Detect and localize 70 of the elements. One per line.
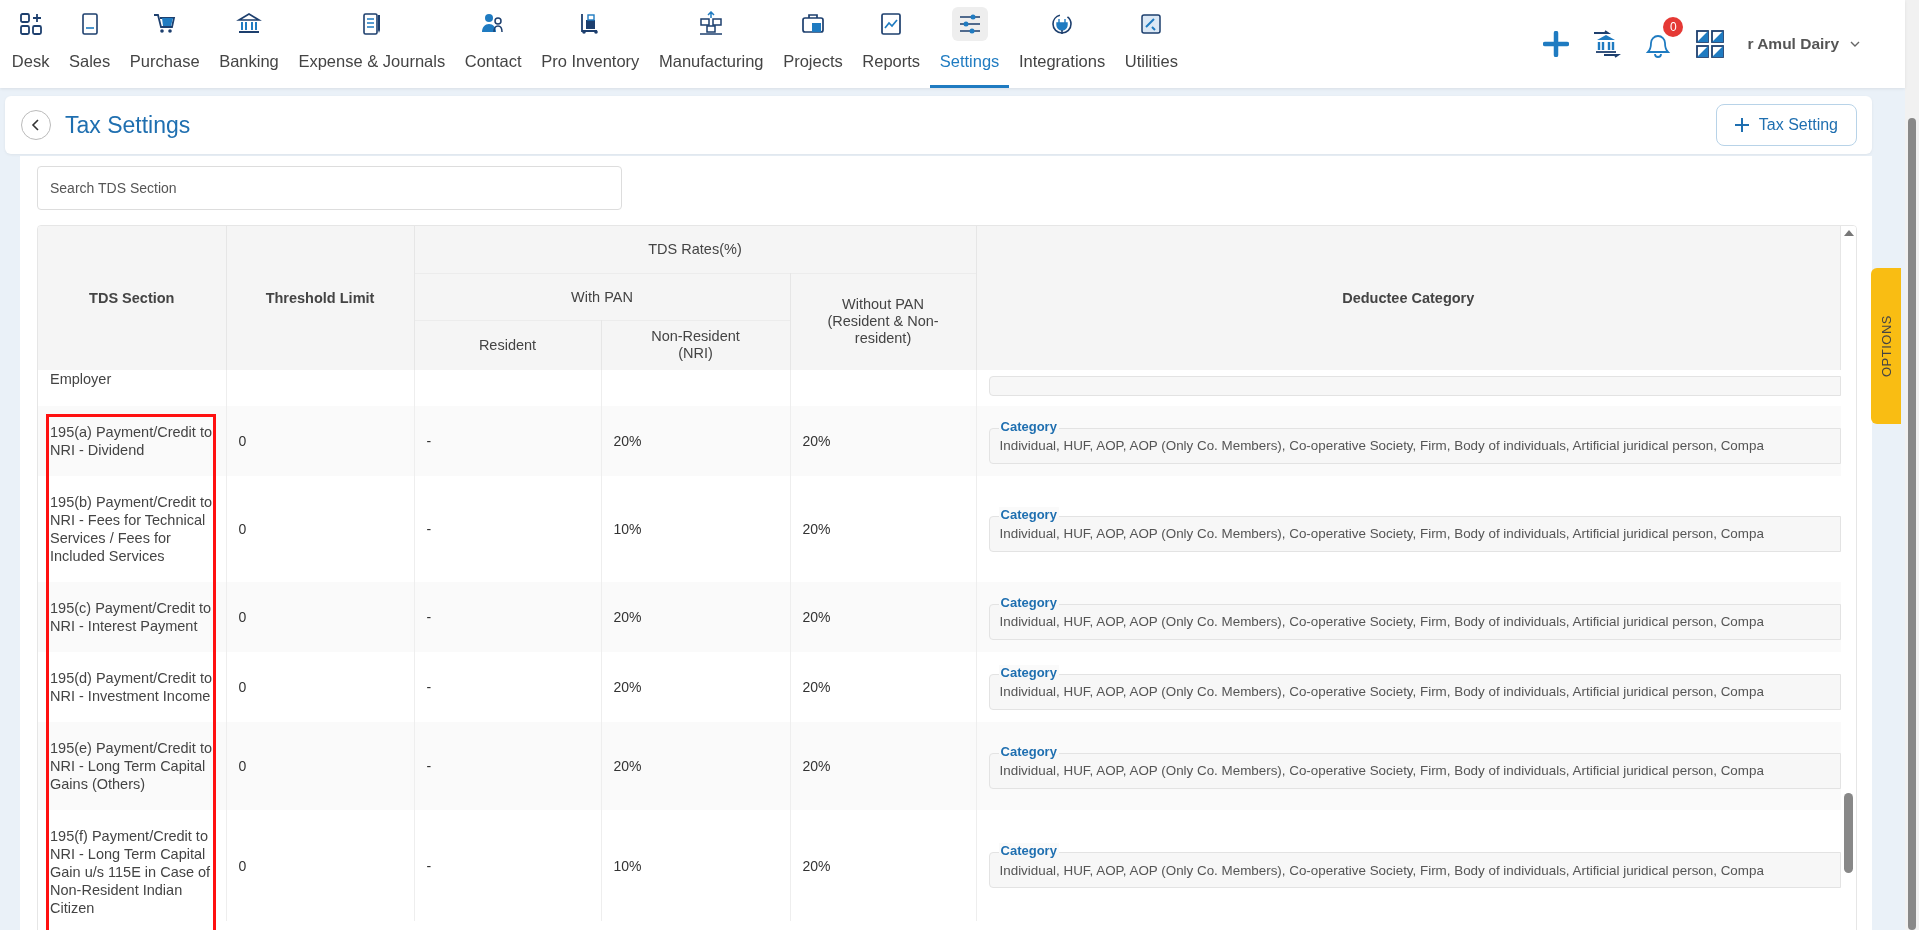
table-cell: - (426, 609, 432, 625)
table-cell: Employer (50, 371, 112, 387)
nav-tab[interactable]: Expense & Journals (288, 0, 455, 88)
table-cell: 10% (613, 857, 642, 874)
table-cell: 195(d) Payment/Credit to NRI - Investment Income (50, 670, 212, 704)
table-cell: 0 (238, 609, 247, 625)
table-cell: - (426, 758, 432, 774)
nav-tab[interactable]: Pro Inventory (531, 0, 650, 88)
column-header: TDS Section (38, 226, 226, 370)
table-cell: 20% (802, 521, 831, 537)
nav-tab[interactable]: Sales (59, 0, 121, 88)
table-cell: - (426, 433, 432, 449)
table-cell: 0 (238, 433, 247, 449)
nav-tab[interactable]: Manufacturing (649, 0, 774, 88)
table-cell: 195(c) Payment/Credit to NRI - Interest Payment (50, 600, 212, 634)
back-button[interactable] (21, 110, 51, 140)
boxes-icon (698, 11, 725, 37)
nav-tab[interactable]: Projects (773, 0, 853, 88)
nav-tab[interactable]: Utilities (1114, 0, 1188, 88)
table-cell: 10% (613, 521, 642, 537)
notification-badge: 0 (1663, 17, 1684, 37)
table-cell: 0 (238, 521, 247, 537)
grid-plus-icon (17, 11, 44, 37)
bank-transfer-icon[interactable] (1591, 30, 1622, 58)
table-cell: 0 (238, 679, 247, 695)
table-cell: 20% (802, 679, 831, 695)
nav-tab[interactable]: Settings (929, 0, 1010, 88)
column-header: Resident (414, 320, 601, 370)
plus-icon (1734, 118, 1749, 132)
table-cell: - (426, 679, 432, 695)
table-cell: 20% (613, 433, 642, 449)
table-cell: 20% (802, 609, 831, 625)
table-cell: 195(b) Payment/Credit to NRI - Fees for Technical Services / Fees for Included Services (50, 494, 212, 564)
table-cell: 20% (613, 609, 642, 625)
table-cell: 0 (238, 857, 247, 874)
column-group-header: TDS Rates(%) (414, 226, 976, 273)
table-cell: 20% (613, 679, 642, 695)
table-cell: 195(e) Payment/Credit to NRI - Long Term Capital Gains (Others) (50, 740, 212, 792)
search-field[interactable]: Search TDS Section (37, 166, 622, 210)
chevron-left-icon (31, 119, 41, 131)
table-cell: 20% (802, 433, 831, 449)
scroll-up-arrow-icon[interactable] (1843, 230, 1854, 236)
table-cell: - (426, 857, 432, 874)
company-menu[interactable]: r Amul Dairy (1747, 35, 1839, 53)
column-header: Deductee Category (976, 226, 1841, 370)
column-header: Non-Resident (NRI) (601, 320, 790, 370)
table-cell: 195(f) Payment/Credit to NRI - Long Term Capital Gain u/s 115E in Case of Non-Resident Indian Citizen (50, 828, 211, 916)
nav-tab[interactable]: Reports (852, 0, 930, 88)
apps-grid-icon[interactable] (1695, 29, 1726, 59)
nav-tab[interactable]: Integrations (1009, 0, 1115, 88)
nav-tab[interactable]: Contact (454, 0, 532, 88)
add-tax-setting-button[interactable]: Tax Setting (1715, 104, 1857, 146)
chevron-down-icon[interactable] (1849, 40, 1861, 48)
nav-tab[interactable]: Desk (2, 0, 60, 88)
add-icon[interactable] (1543, 31, 1570, 57)
table-cell: 20% (802, 758, 831, 774)
table-cell: 0 (238, 758, 247, 774)
page-title: Tax Settings (65, 111, 192, 139)
nav-tab[interactable]: Banking (209, 0, 289, 88)
table-cell: 20% (613, 758, 642, 774)
table-cell: 195(a) Payment/Credit to NRI - Dividend (50, 424, 212, 458)
table-scrollbar-thumb[interactable] (1844, 793, 1853, 873)
column-group-header: With PAN (414, 273, 790, 320)
table-cell: - (426, 521, 432, 537)
nav-tab[interactable]: Purchase (120, 0, 210, 88)
table-cell: 20% (802, 857, 831, 874)
options-tab[interactable]: OPTIONS (1871, 268, 1901, 424)
column-header: Without PAN (Resident & Non-resident) (790, 273, 976, 370)
column-header: Threshold Limit (226, 226, 414, 370)
page-scrollbar-thumb[interactable] (1908, 118, 1916, 930)
